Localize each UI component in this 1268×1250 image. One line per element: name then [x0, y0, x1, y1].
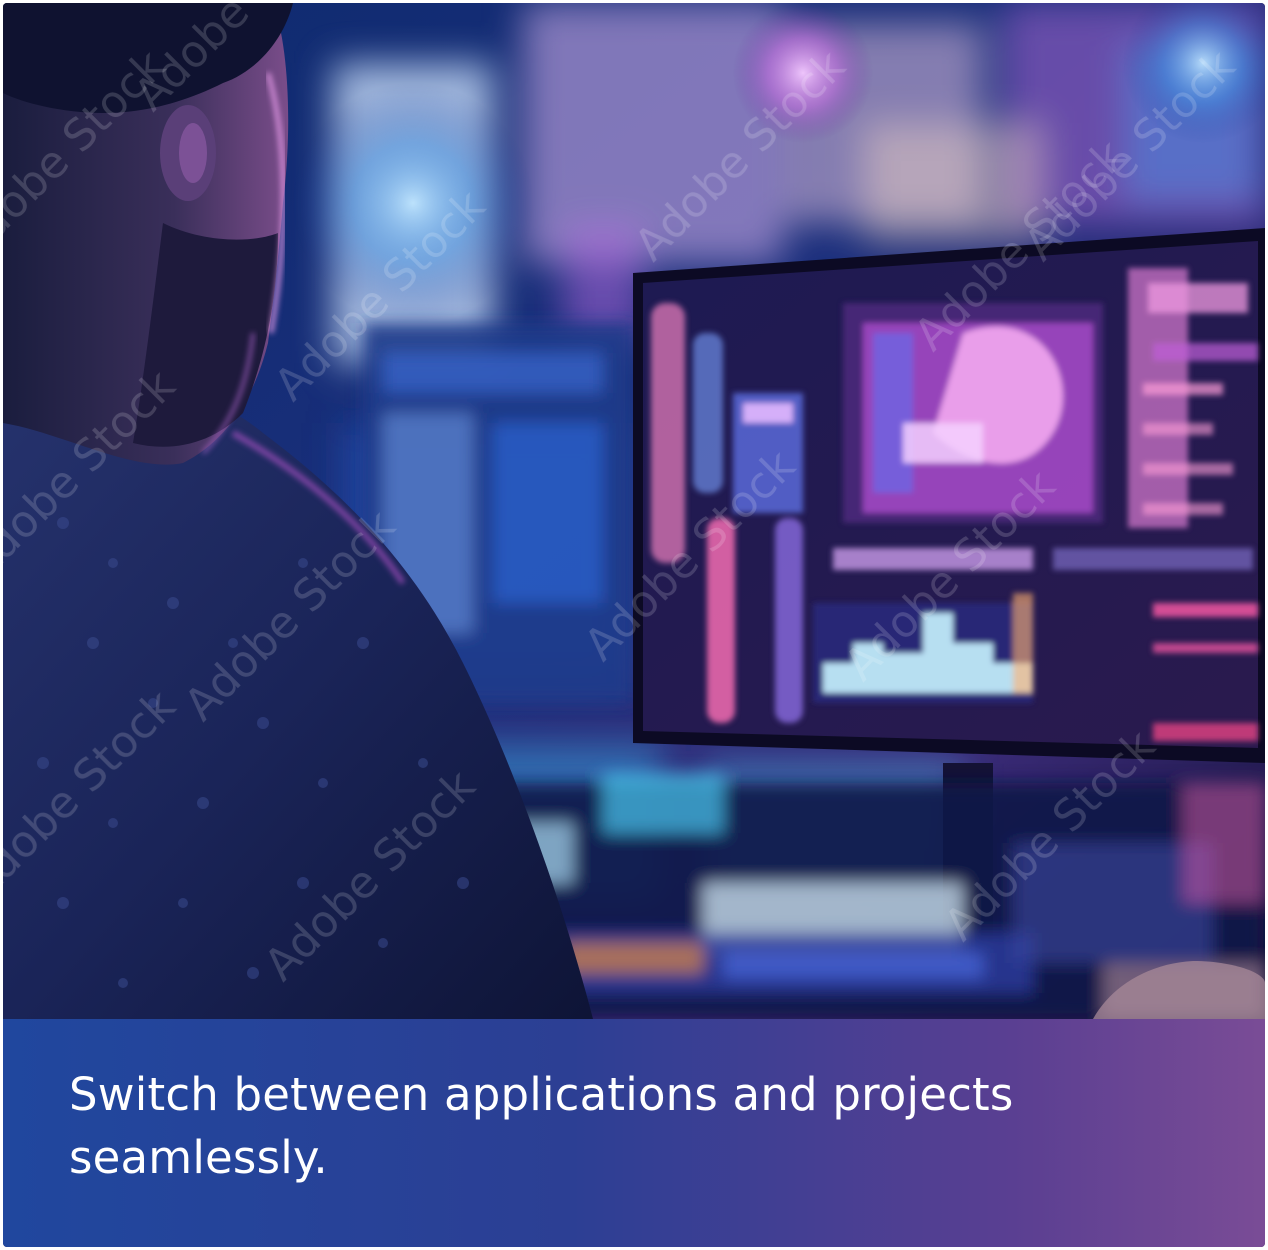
hero-photo: Adobe Stock Adobe Stock Adobe Stock Adob…	[3, 3, 1265, 1019]
caption-banner: Switch between applications and projects…	[3, 1019, 1265, 1247]
caption-text: Switch between applications and projects…	[69, 1068, 1014, 1184]
promo-card: Adobe Stock Adobe Stock Adobe Stock Adob…	[3, 3, 1265, 1247]
